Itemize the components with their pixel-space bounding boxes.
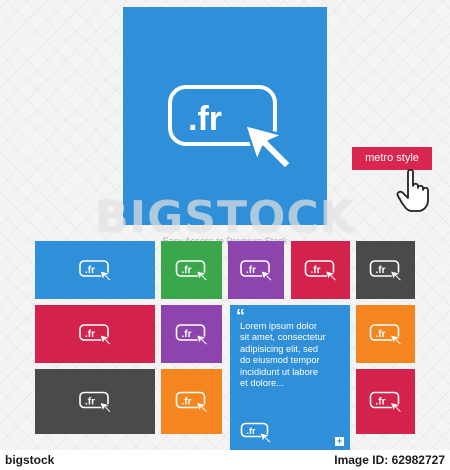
domain-fr-icon: .fr <box>369 324 403 346</box>
domain-fr-icon: .fr <box>369 391 403 414</box>
cursor-arrow-icon <box>324 270 338 282</box>
cursor-arrow-icon <box>195 334 209 346</box>
expand-plus-button[interactable]: + <box>335 437 344 446</box>
domain-fr-icon: .fr <box>240 260 273 282</box>
cursor-arrow-icon <box>389 401 403 414</box>
tile-crimson-2: .fr <box>356 369 415 434</box>
domain-fr-icon: .fr <box>175 324 209 346</box>
tile-icon-text: .fr <box>182 397 192 408</box>
tile-icon-text: .fr <box>246 265 256 276</box>
cursor-arrow-icon <box>389 270 403 282</box>
tile-icon-text: .fr <box>85 329 95 340</box>
tile-orange: .fr <box>356 305 415 363</box>
domain-fr-icon: .fr <box>304 260 338 282</box>
domain-fr-icon: .fr <box>79 324 112 346</box>
cursor-arrow-icon <box>99 270 112 282</box>
cursor-arrow-icon <box>389 334 403 346</box>
tile-icon-text: .fr <box>376 329 386 340</box>
cursor-arrow-icon <box>260 270 273 282</box>
cursor-arrow-icon <box>243 123 293 171</box>
tile-icon-text: .fr <box>182 265 192 276</box>
tile-icon-text: .fr <box>311 265 321 276</box>
footer-logo: bigstock <box>5 453 55 467</box>
text-panel: “ Lorem ipsum dolor sit amet, consectetu… <box>230 305 350 452</box>
domain-fr-icon: .fr <box>175 391 209 414</box>
domain-fr-icon: .fr <box>79 260 112 282</box>
svg-text:.fr: .fr <box>247 426 256 436</box>
domain-fr-icon: .fr <box>369 260 403 282</box>
cursor-arrow-icon <box>99 401 112 414</box>
tile-crimson-wide: .fr <box>35 305 155 363</box>
tile-icon-text: .fr <box>85 265 95 276</box>
tile-dark: .fr <box>356 241 415 299</box>
domain-fr-icon: .fr <box>79 391 112 414</box>
pointing-hand-icon <box>396 168 429 212</box>
tile-icon-text: .fr <box>85 397 95 408</box>
lorem-text: Lorem ipsum dolor sit amet, consectetur … <box>240 321 326 389</box>
hero-icon-text: .fr <box>188 100 222 138</box>
small-domain-fr-icon: .fr <box>240 422 272 443</box>
tile-icon-text: .fr <box>182 329 192 340</box>
cursor-arrow-icon <box>195 401 209 414</box>
tile-blue-wide: .fr <box>35 241 155 299</box>
tile-icon-text: .fr <box>376 397 386 408</box>
footer-bar: bigstock Image ID: 62982727 <box>0 450 450 470</box>
metro-style-badge[interactable]: metro style <box>352 147 432 170</box>
tile-green: .fr <box>161 241 222 299</box>
tile-dark-wide: .fr <box>35 369 155 434</box>
cursor-arrow-icon <box>195 270 209 282</box>
tile-purple: .fr <box>228 241 284 299</box>
cursor-arrow-icon <box>99 334 112 346</box>
tile-icon-text: .fr <box>376 265 386 276</box>
image-id: Image ID: 62982727 <box>334 453 445 467</box>
tile-orange-2: .fr <box>161 369 222 434</box>
domain-fr-icon: .fr <box>175 260 209 282</box>
tile-crimson: .fr <box>291 241 350 299</box>
tile-purple-2: .fr <box>161 305 222 363</box>
